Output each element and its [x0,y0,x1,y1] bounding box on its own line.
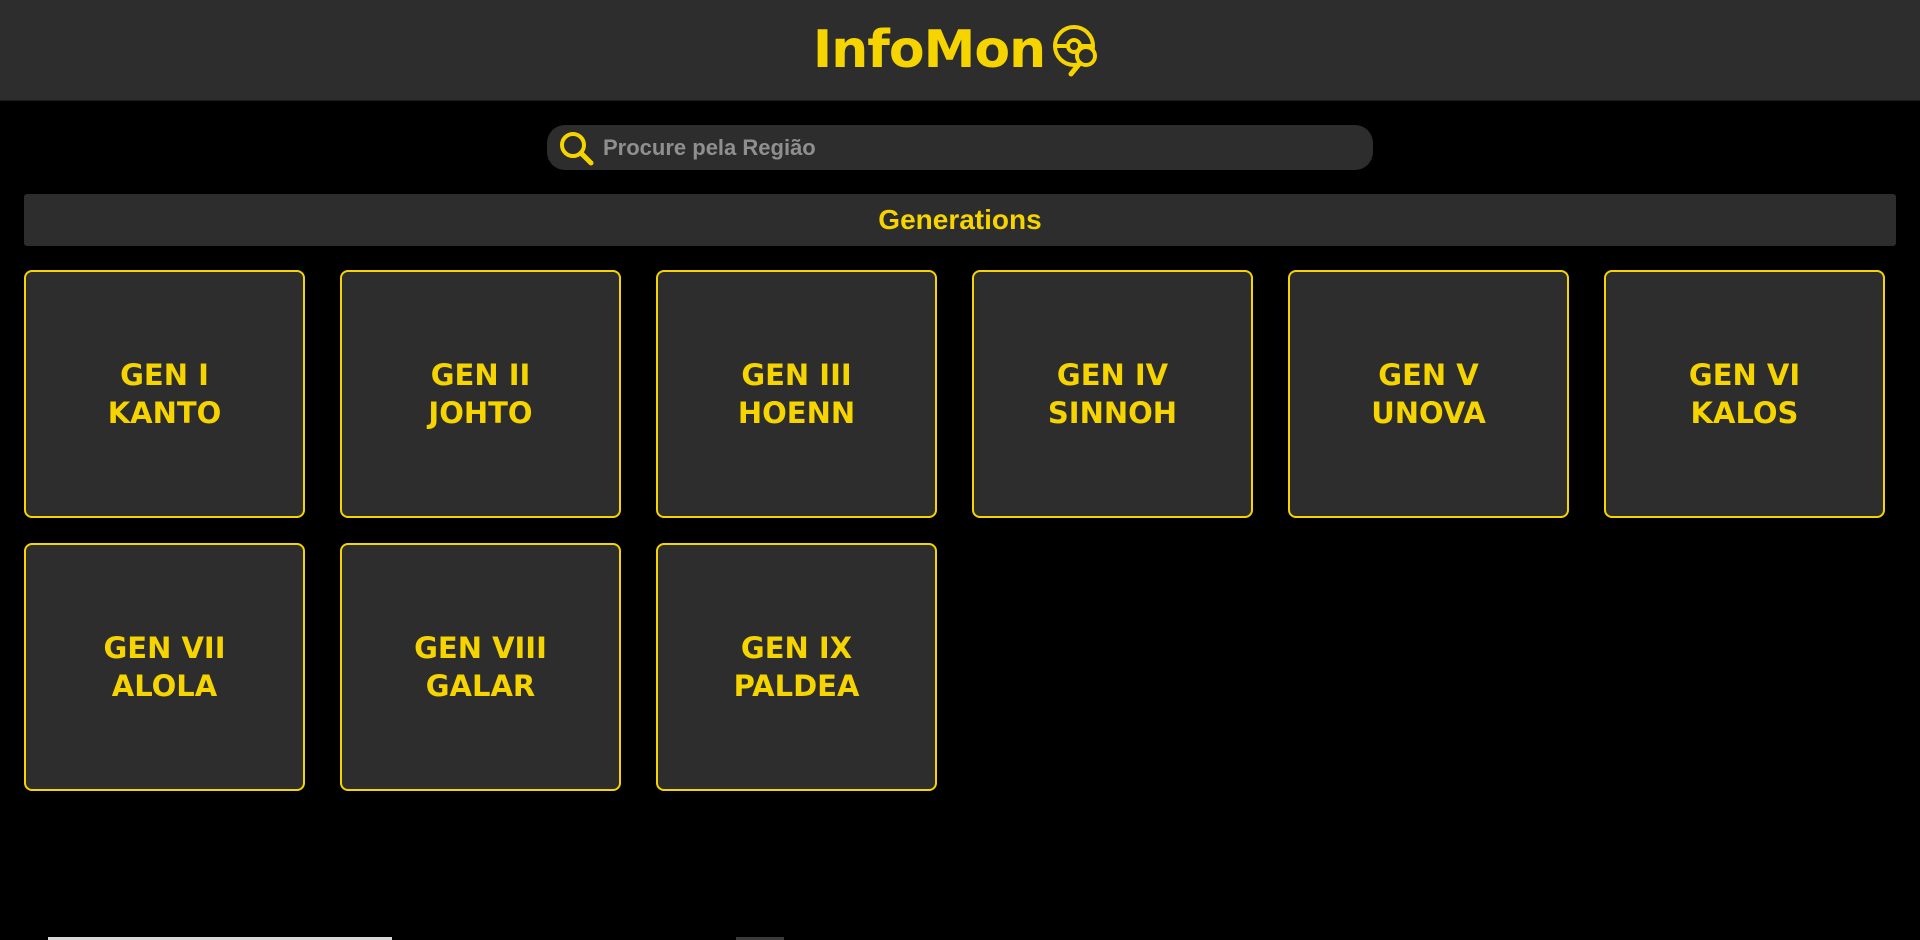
logo[interactable]: InfoMon [813,20,1107,80]
app-header: InfoMon [0,0,1920,101]
generation-label: GEN IX [740,631,853,665]
generations-header: Generations [24,194,1896,246]
generation-label: GEN VIII [414,631,547,665]
generation-card-alola[interactable]: GEN VII ALOLA [24,543,305,791]
section-title: Generations [878,204,1042,235]
generation-card-unova[interactable]: GEN V UNOVA [1288,270,1569,518]
region-label: HOENN [737,396,856,430]
generation-label: GEN I [120,358,209,392]
generation-card-galar[interactable]: GEN VIII GALAR [340,543,621,791]
region-label: GALAR [425,669,536,703]
region-label: UNOVA [1371,396,1486,430]
region-label: KALOS [1690,396,1799,430]
search-input[interactable] [601,133,1373,162]
generations-grid: GEN I KANTO GEN II JOHTO GEN III HOENN G… [24,270,1888,791]
region-label: JOHTO [428,396,533,430]
logo-text: InfoMon [812,20,1046,80]
generation-card-kanto[interactable]: GEN I KANTO [24,270,305,518]
generation-label: GEN VII [103,631,226,665]
generation-card-paldea[interactable]: GEN IX PALDEA [656,543,937,791]
pokeball-search-icon [1053,25,1098,77]
generation-label: GEN IV [1056,358,1169,392]
generation-card-kalos[interactable]: GEN VI KALOS [1604,270,1885,518]
region-label: SINNOH [1047,396,1178,430]
search-bar [547,125,1373,170]
generation-card-johto[interactable]: GEN II JOHTO [340,270,621,518]
generation-label: GEN III [741,358,852,392]
generation-label: GEN VI [1688,358,1801,392]
search-icon[interactable] [557,129,595,167]
generation-card-sinnoh[interactable]: GEN IV SINNOH [972,270,1253,518]
region-label: PALDEA [733,669,860,703]
region-label: KANTO [107,396,222,430]
generation-card-hoenn[interactable]: GEN III HOENN [656,270,937,518]
generation-label: GEN V [1378,358,1479,392]
generation-label: GEN II [430,358,531,392]
region-label: ALOLA [111,669,218,703]
